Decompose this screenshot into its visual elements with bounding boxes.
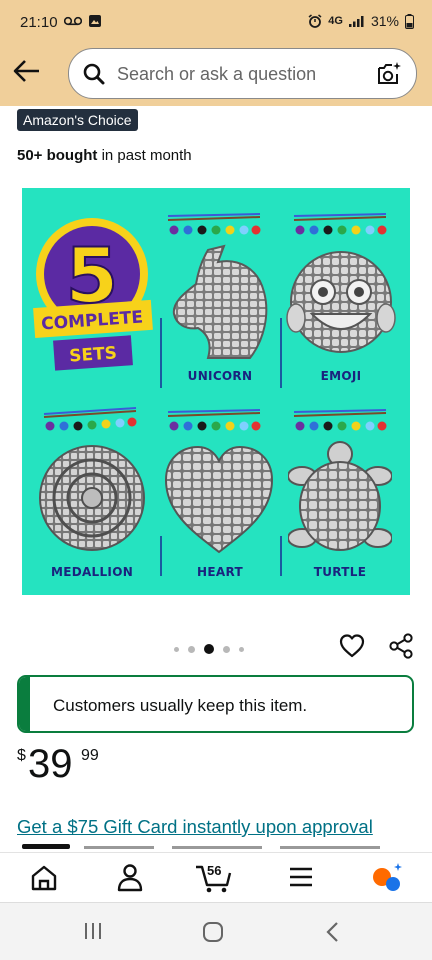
account-icon[interactable] (110, 859, 150, 895)
paint-strip-3 (43, 407, 137, 431)
bottom-navigation: 56 (0, 852, 432, 900)
product-image[interactable]: 5 COMPLETE SETS UNICORN EMOJI MEDALLION … (22, 188, 410, 595)
product-page: 21:10 4G 31% Amazon's Choice 50+ bought … (0, 0, 432, 960)
image-label-heart: HEART (197, 565, 243, 579)
back-arrow-icon[interactable] (12, 58, 42, 84)
separator-line (280, 536, 282, 576)
separator-line (160, 318, 162, 388)
status-time: 21:10 (20, 14, 58, 31)
search-bar[interactable] (68, 48, 417, 99)
five-sets-badge: 5 COMPLETE SETS (33, 218, 153, 371)
share-icon[interactable] (387, 632, 415, 660)
signal-icon (348, 16, 364, 27)
heart-mosaic (164, 445, 274, 554)
carousel-dot-active[interactable] (204, 644, 214, 654)
emoji-mosaic (286, 251, 396, 353)
price-whole: 39 (28, 742, 73, 786)
keep-banner-text: Customers usually keep this item. (53, 696, 308, 715)
camera-search-icon[interactable] (376, 61, 402, 87)
image-label-turtle: TURTLE (313, 565, 367, 579)
home-system-icon[interactable] (202, 921, 224, 943)
turtle-mosaic (288, 441, 392, 551)
image-label-medallion: MEDALLION (50, 565, 134, 579)
status-right-group: 4G 31% (308, 13, 414, 29)
heart-icon[interactable] (338, 632, 366, 660)
image-label-emoji: EMOJI (320, 369, 362, 383)
cart-button[interactable]: 56 (193, 859, 237, 895)
medallion-mosaic (39, 445, 145, 551)
carousel-dot[interactable] (174, 646, 179, 652)
bought-in-past-month: 50+ bought in past month (17, 147, 192, 164)
recent-apps-icon[interactable] (82, 921, 104, 941)
badge-line-2: SETS (69, 343, 118, 366)
status-notification-icons (64, 14, 102, 28)
carousel-dots[interactable] (174, 644, 244, 654)
carousel-dot[interactable] (223, 645, 230, 653)
menu-icon[interactable] (281, 859, 321, 895)
alarm-icon (308, 14, 322, 28)
keep-accent-bar (19, 677, 30, 731)
carousel-dot[interactable] (188, 645, 195, 653)
amazons-choice-badge[interactable]: Amazon's Choice (17, 109, 138, 131)
paint-strip-4 (167, 409, 261, 431)
search-icon (83, 63, 105, 85)
paint-strip-5 (293, 409, 387, 431)
rufus-icon[interactable] (368, 859, 408, 895)
battery-percent: 31% (370, 13, 399, 29)
gift-card-offer-link[interactable]: Get a $75 Gift Card instantly upon appro… (17, 816, 373, 838)
separator-line (280, 318, 282, 388)
unicorn-mosaic (172, 244, 268, 359)
status-bar: 21:10 4G 31% (0, 0, 432, 46)
network-type: 4G (328, 15, 343, 27)
battery-icon (405, 13, 414, 29)
price-fraction: 99 (81, 747, 99, 764)
voicemail-icon (64, 16, 82, 26)
cart-count: 56 (207, 863, 222, 878)
customers-keep-banner: Customers usually keep this item. (17, 675, 414, 733)
paint-strip-1 (167, 213, 261, 235)
image-label-unicorn: UNICORN (187, 369, 253, 383)
back-system-icon[interactable] (324, 921, 342, 943)
price-currency: $ (17, 747, 26, 764)
gallery-icon (89, 15, 101, 27)
search-input[interactable] (117, 60, 367, 88)
system-navigation-bar (0, 902, 432, 960)
carousel-dot[interactable] (239, 646, 244, 652)
partially-hidden-content (22, 844, 380, 849)
bought-count: 50+ bought (17, 147, 98, 164)
paint-strip-2 (293, 213, 387, 235)
bought-suffix: in past month (97, 147, 192, 164)
home-icon[interactable] (24, 859, 64, 895)
